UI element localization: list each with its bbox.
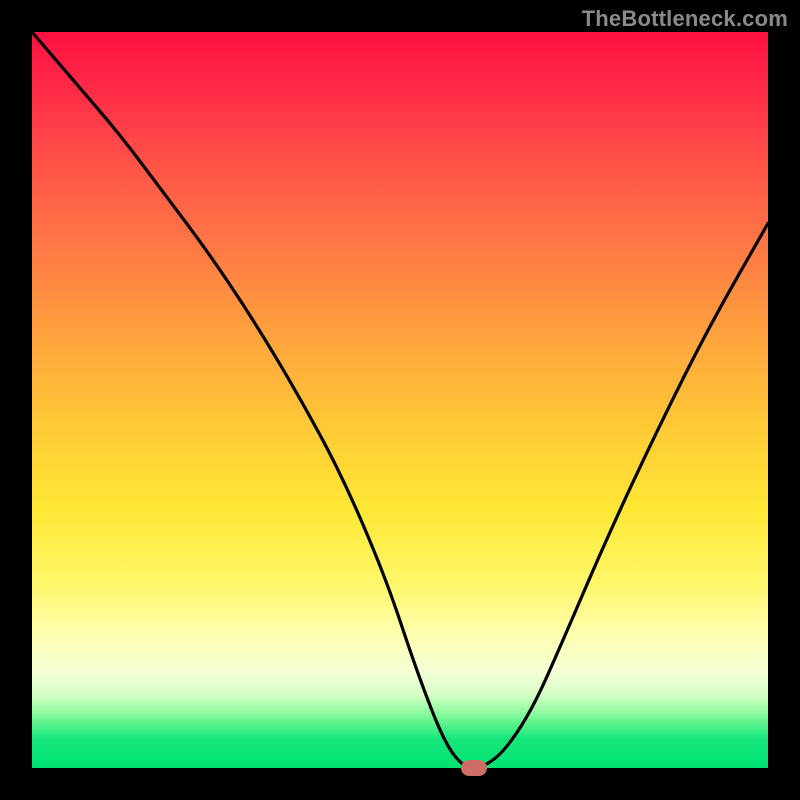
- plot-area: [32, 32, 768, 768]
- bottleneck-curve: [32, 32, 768, 768]
- curve-layer: [32, 32, 768, 768]
- optimum-marker: [461, 760, 487, 776]
- bottleneck-chart: TheBottleneck.com: [0, 0, 800, 800]
- watermark-text: TheBottleneck.com: [582, 6, 788, 32]
